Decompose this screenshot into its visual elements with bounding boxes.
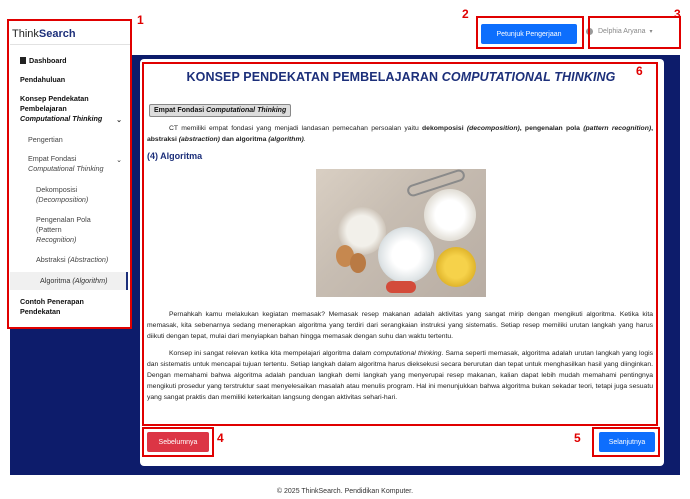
page: ThinkSearch Dashboard Pendahuluan Konsep…	[0, 0, 690, 499]
annotation-label: 2	[462, 7, 469, 21]
annotation-box-user	[588, 16, 681, 49]
annotation-box-sidebar	[7, 19, 132, 329]
annotation-box-next	[592, 427, 660, 457]
annotation-label: 3	[674, 7, 681, 21]
annotation-box-content	[142, 62, 658, 426]
copyright-text: © 2025 ThinkSearch. Pendidikan Komputer.	[276, 488, 414, 495]
annotation-label: 1	[137, 13, 144, 27]
annotation-box-guide	[476, 16, 584, 49]
annotation-label: 6	[636, 64, 643, 78]
annotation-label: 4	[217, 431, 224, 445]
annotation-label: 5	[574, 431, 581, 445]
annotation-box-prev	[142, 427, 214, 457]
